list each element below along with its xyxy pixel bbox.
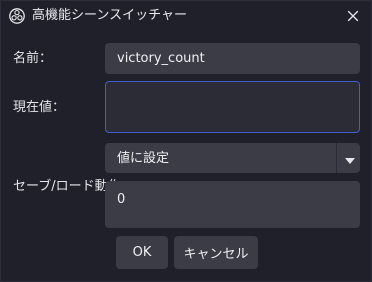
dialog-window: 高機能シーンスイッチャー 名前： 現在値： セーブ/ロード動作 値に設定 0 O…	[0, 0, 372, 282]
current-value-field[interactable]	[105, 81, 360, 133]
select-divider	[336, 143, 337, 173]
chevron-down-icon[interactable]	[344, 154, 356, 164]
obs-logo-icon	[9, 8, 25, 24]
ok-button[interactable]: OK	[116, 236, 168, 269]
action-select-value: 値に設定	[117, 151, 170, 166]
cancel-button[interactable]: キャンセル	[174, 236, 258, 269]
action-number-field[interactable]: 0	[105, 181, 360, 228]
window-title: 高機能シーンスイッチャー	[32, 8, 187, 23]
close-icon	[347, 7, 359, 26]
action-select[interactable]: 値に設定	[105, 143, 360, 173]
title-bar[interactable]: 高機能シーンスイッチャー	[1, 1, 371, 31]
action-number-value: 0	[117, 192, 126, 207]
current-value-label: 現在値：	[13, 100, 66, 115]
name-label: 名前：	[13, 51, 53, 66]
name-field[interactable]	[105, 43, 360, 74]
close-button[interactable]	[341, 5, 365, 27]
